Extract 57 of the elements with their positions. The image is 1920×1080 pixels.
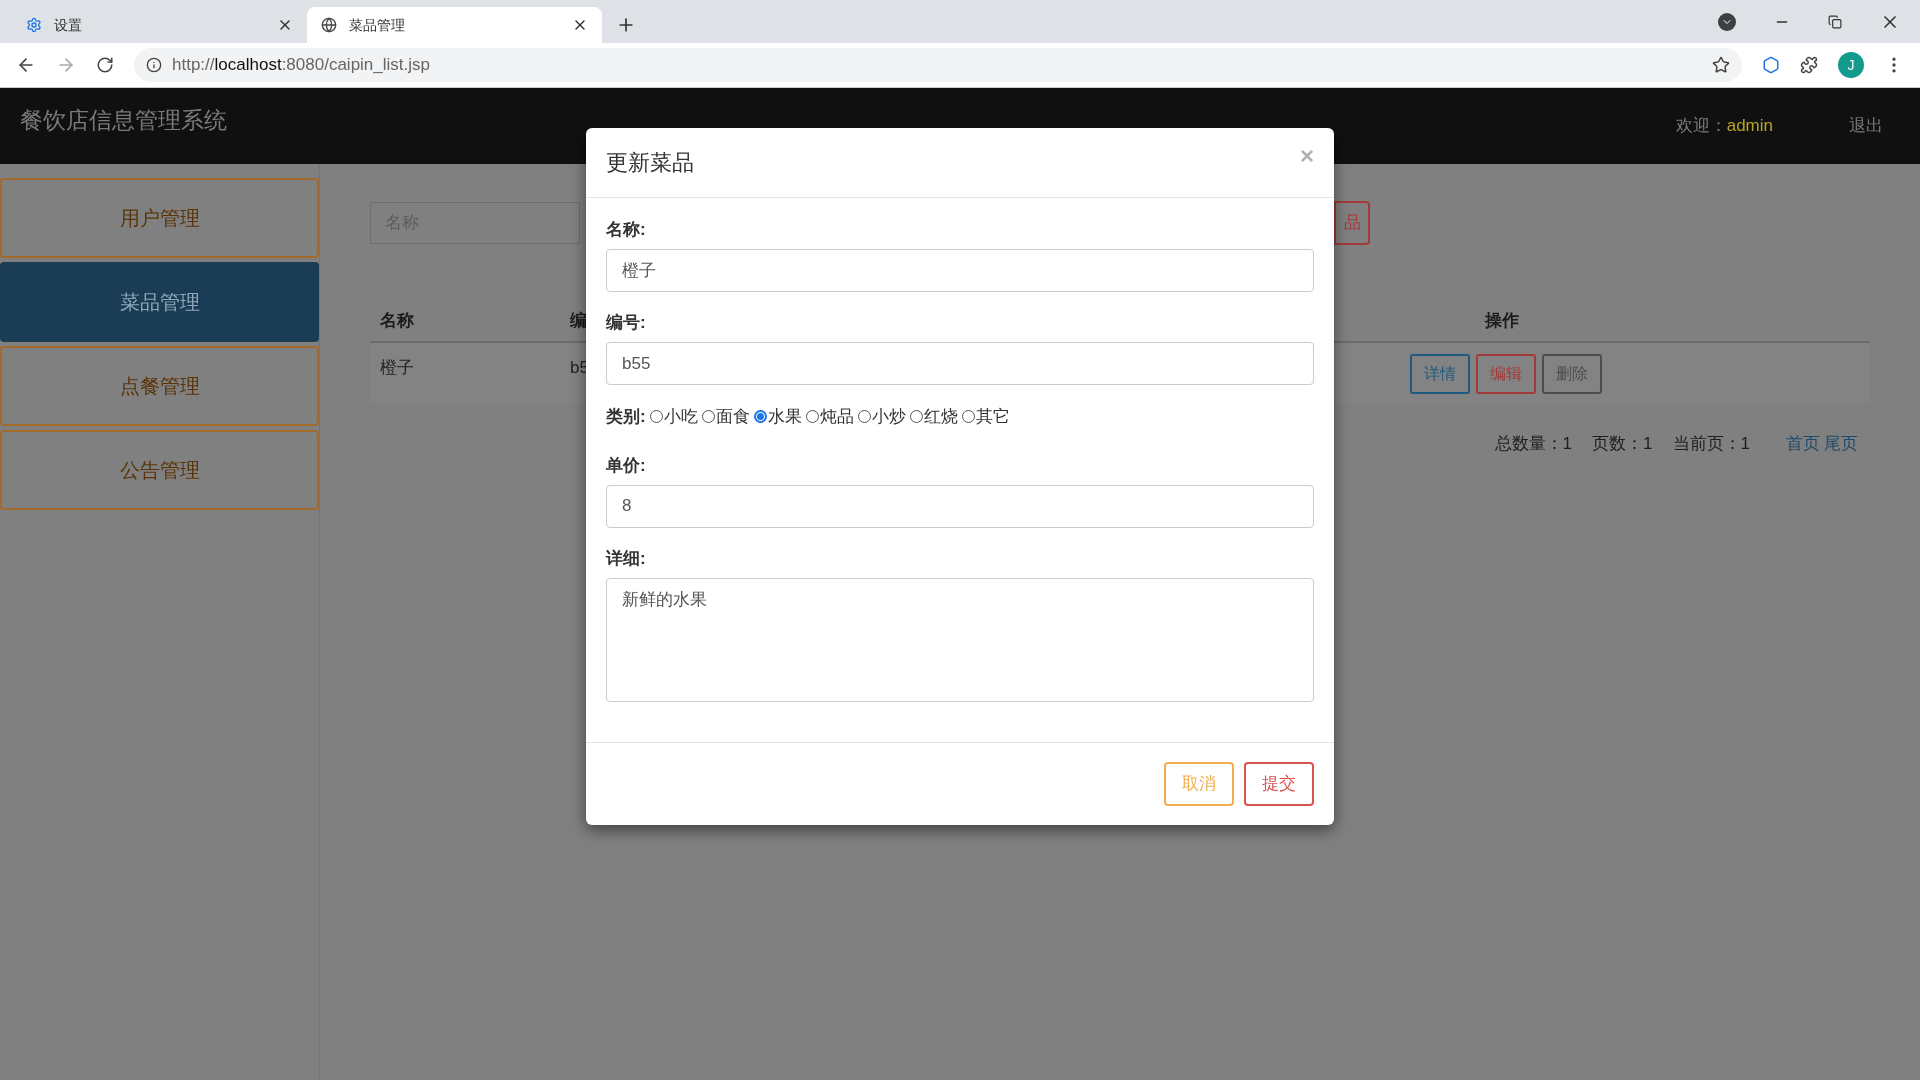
details-textarea[interactable]: 新鲜的水果 — [606, 577, 1314, 702]
field-label: 名称: — [606, 219, 647, 241]
radio-label: 面食 — [715, 406, 750, 428]
submit-button[interactable]: 提交 — [1244, 762, 1314, 806]
browser-tab[interactable]: 菜品管理 — [307, 7, 602, 43]
field-label: 编号: — [606, 312, 647, 334]
field-label: 类别: — [606, 406, 646, 428]
profile-avatar[interactable]: J — [1838, 52, 1864, 78]
radio-label: 小炒 — [871, 406, 906, 428]
reload-icon[interactable] — [96, 56, 114, 74]
input-field[interactable]: 橙子 — [606, 249, 1314, 292]
user-name: admin — [1726, 115, 1773, 138]
textarea-value: 新鲜的水果 — [622, 589, 707, 609]
app-title: 餐饮店信息管理系统 — [20, 105, 227, 135]
column-header: 编 — [570, 311, 587, 331]
radio-label: 水果 — [767, 406, 802, 428]
pagination-link[interactable]: 尾页 — [1824, 431, 1858, 457]
column-header: 名称 — [380, 311, 414, 331]
welcome-label: 欢迎： — [1675, 115, 1727, 138]
tab-search-icon[interactable] — [1718, 12, 1736, 31]
tab-title: 设置 — [54, 15, 83, 35]
modal-title: 更新菜品 — [606, 149, 695, 177]
pagination-stat: 当前页：1 — [1672, 433, 1750, 455]
tab-title: 菜品管理 — [349, 15, 406, 35]
logout-link[interactable]: 退出 — [1849, 113, 1883, 139]
cancel-button[interactable]: 取消 — [1164, 762, 1234, 806]
info-icon — [146, 57, 162, 73]
pagination-link[interactable]: 首页 — [1786, 431, 1820, 457]
action-button[interactable]: 编辑 — [1476, 354, 1536, 394]
action-button[interactable]: 详情 — [1410, 354, 1470, 394]
sidebar-item[interactable]: 菜品管理 — [0, 262, 319, 342]
pagination-stat: 总数量：1 — [1494, 433, 1573, 455]
address-bar[interactable]: http://localhost:8080/caipin_list.jsp — [134, 48, 1742, 82]
field-label: 单价: — [606, 454, 647, 477]
radio-label: 小吃 — [663, 406, 698, 428]
table-cell: 橙子 — [380, 358, 414, 377]
url-text: http://localhost:8080/caipin_list.jsp — [172, 54, 430, 77]
input-field[interactable]: 8 — [606, 484, 1314, 528]
sidebar-item[interactable]: 用户管理 — [0, 178, 319, 258]
radio-button[interactable] — [753, 410, 767, 424]
restore-icon[interactable] — [1828, 14, 1842, 29]
radio-label: 其它 — [975, 406, 1010, 428]
radio-label: 炖品 — [819, 406, 854, 428]
gear-icon — [26, 17, 42, 33]
close-button[interactable]: × — [1300, 137, 1314, 174]
extensions-icon[interactable] — [1800, 56, 1818, 74]
input-field[interactable]: b55 — [606, 342, 1314, 385]
pagination-stat: 页数：1 — [1592, 433, 1653, 455]
sidebar-item[interactable]: 公告管理 — [0, 430, 319, 510]
column-header: 操作 — [1485, 311, 1519, 331]
radio-label: 红烧 — [923, 406, 958, 428]
globe-icon — [321, 17, 337, 33]
sidebar-item[interactable]: 点餐管理 — [0, 346, 319, 426]
bookmark-star-icon[interactable] — [1712, 56, 1730, 74]
extension-icon[interactable] — [1762, 56, 1780, 74]
field-label: 详细: — [606, 547, 647, 570]
add-button[interactable]: 品 — [1334, 201, 1370, 245]
